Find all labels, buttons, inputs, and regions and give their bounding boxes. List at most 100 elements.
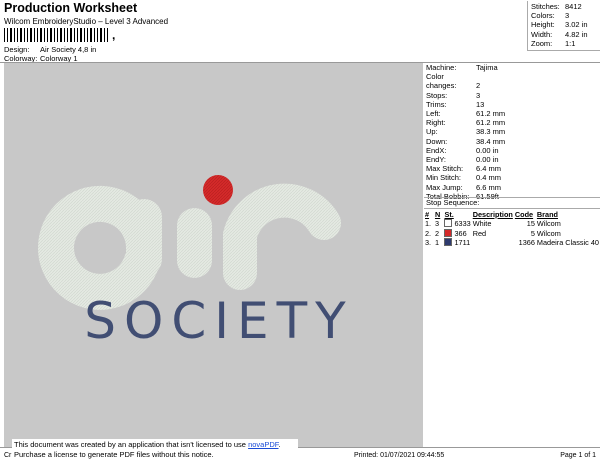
barcode-bar — [80, 28, 82, 42]
stop-sequence: Stop Sequence: # N St. Description Code Brand… — [424, 197, 600, 248]
spec-row: Left: 61.2 mm — [426, 109, 505, 118]
color-swatch-icon — [444, 238, 453, 247]
summary-row: Height: 3.02 in — [531, 20, 597, 29]
barcode-bar — [90, 28, 92, 42]
spec-label: Max Stitch: — [426, 164, 464, 174]
logo-letter-i — [177, 208, 212, 278]
barcode-bar — [34, 28, 35, 42]
page-title: Production Worksheet — [4, 1, 138, 15]
needle-number: 3 — [434, 219, 440, 229]
barcode-bar — [57, 28, 58, 42]
spec-value: 6.6 mm — [476, 182, 502, 192]
summary-label: Zoom: — [531, 38, 553, 48]
barcode-bar — [64, 28, 65, 42]
footer-left: Cr — [4, 452, 12, 459]
spec-row: Right: 61.2 mm — [426, 118, 505, 127]
barcode-bar — [100, 28, 102, 42]
barcode-bar — [14, 28, 15, 42]
summary-label: Stitches: — [531, 2, 560, 11]
spec-label: EndX: — [426, 145, 447, 155]
spec-row: EndX: 0.00 in — [426, 146, 505, 155]
spec-value: 0.00 in — [476, 145, 499, 155]
summary-value: 8412 — [565, 2, 582, 11]
spec-row: Machine: Tajima — [426, 63, 505, 72]
spec-value: 3 — [476, 90, 481, 100]
table-row: 2. 2 366 Red 5 Wilcom — [424, 228, 600, 239]
stop-sequence-table: # N St. Description Code Brand 1. 3 6333 White 15… — [424, 209, 600, 248]
row-number: 3. — [425, 238, 432, 248]
summary-label: Colors: — [531, 11, 555, 21]
code: 1366 — [518, 238, 535, 248]
column-header: N — [434, 209, 441, 219]
table-row: 3. 1 1711 1366 Madeira Classic 40 — [424, 238, 600, 248]
spec-row: Down: 38.4 mm — [426, 137, 505, 146]
design-value: Air Society 4,8 in — [40, 45, 97, 54]
spec-label: Left: — [426, 109, 441, 119]
description — [472, 238, 514, 248]
barcode-bar — [97, 28, 98, 42]
description: White — [472, 219, 492, 229]
barcode — [4, 28, 154, 42]
spec-value: 6.4 mm — [476, 164, 502, 174]
spec-row: Max Stitch: 6.4 mm — [426, 164, 505, 173]
barcode-bar — [47, 28, 48, 42]
needle-number: 1 — [434, 238, 440, 248]
barcode-bar — [24, 28, 25, 42]
spec-value: 2 — [476, 81, 481, 91]
barcode-bar — [27, 28, 28, 42]
spec-label: Min Stitch: — [426, 173, 462, 183]
table-row: 1. 3 6333 White 15 Wilcom — [424, 219, 600, 229]
summary-value: 1:1 — [565, 38, 576, 48]
column-header: Brand — [536, 209, 558, 219]
row-number: 1. — [425, 219, 432, 229]
summary-value: 4.82 in — [565, 29, 588, 39]
spec-row: EndY: 0.00 in — [426, 155, 505, 164]
spec-label: Color changes: — [426, 72, 457, 91]
spec-label: Stops: — [426, 90, 448, 100]
barcode-bar — [20, 28, 22, 42]
barcode-bar — [54, 28, 55, 42]
barcode-bar — [30, 28, 32, 42]
spec-label: Trims: — [426, 99, 447, 109]
spec-row: Max Jump: 6.6 mm — [426, 183, 505, 192]
spec-label: EndY: — [426, 155, 447, 165]
summary-row: Colors: 3 — [531, 11, 597, 20]
spec-label: Right: — [426, 118, 446, 128]
stitch-count: 366 — [443, 228, 471, 239]
license-notice: This document was created by an applicat… — [12, 439, 298, 461]
notice-text-2: Purchase a license to generate PDF files… — [14, 450, 214, 459]
summary-row: Zoom: 1:1 — [531, 39, 597, 48]
barcode-bar — [107, 28, 108, 42]
barcode-bar — [44, 28, 45, 42]
logo-letter-r — [223, 183, 341, 290]
row-number: 2. — [425, 228, 432, 238]
spec-label: Up: — [426, 127, 438, 137]
brand: Madeira Classic 40 — [536, 238, 599, 248]
logo-dot-red — [203, 175, 233, 205]
brand: Wilcom — [536, 219, 561, 229]
barcode-bar — [10, 28, 12, 42]
column-header: Description — [472, 209, 513, 219]
spec-value: 38.4 mm — [476, 136, 506, 146]
barcode-bar — [17, 28, 18, 42]
spec-row: Color changes: 2 — [426, 72, 505, 90]
stitch-count: 6333 — [443, 219, 471, 229]
barcode-bar — [67, 28, 68, 42]
spec-value: 38.3 mm — [476, 127, 506, 137]
description: Red — [472, 228, 487, 238]
code: 5 — [530, 228, 535, 238]
logo-letter-a — [38, 185, 162, 310]
novapdf-link[interactable]: novaPDF — [248, 440, 278, 449]
design-info: Design: Air Society 4,8 in Colorway: Color… — [4, 45, 96, 63]
stitch-value: 1711 — [454, 238, 471, 248]
spec-row: Stops: 3 — [426, 91, 505, 100]
barcode-bar — [7, 28, 8, 42]
color-swatch-icon — [444, 228, 453, 237]
barcode-bar — [60, 28, 62, 42]
stitch-count: 1711 — [443, 238, 471, 248]
spec-row: Up: 38.3 mm — [426, 127, 505, 136]
barcode-bar — [87, 28, 88, 42]
page-number: Page 1 of 1 — [560, 452, 596, 459]
spec-value: 0.00 in — [476, 155, 499, 165]
summary-label: Width: — [531, 29, 553, 39]
